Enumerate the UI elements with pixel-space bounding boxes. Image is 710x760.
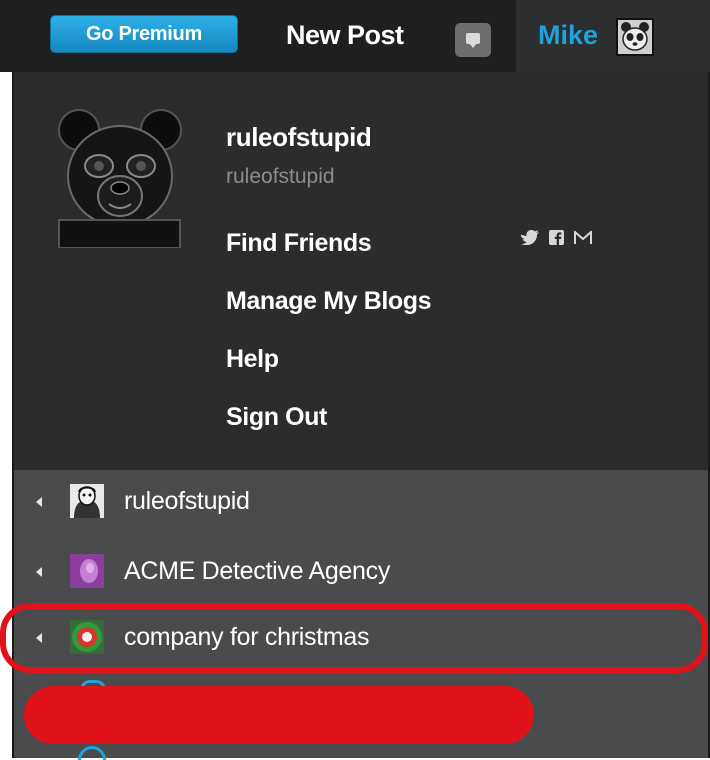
messages-button[interactable] bbox=[455, 23, 491, 57]
new-post-button[interactable]: New Post bbox=[286, 20, 404, 51]
purple-avatar-icon bbox=[70, 554, 104, 588]
blog-avatar bbox=[70, 554, 104, 588]
panda-avatar-icon bbox=[618, 20, 652, 54]
top-navigation-bar: Go Premium New Post Mike bbox=[0, 0, 710, 72]
expand-arrow-icon[interactable] bbox=[36, 567, 42, 577]
blog-row-acme-detective-agency[interactable]: ACME Detective Agency bbox=[14, 540, 708, 604]
redaction-mark bbox=[24, 686, 534, 744]
help-link[interactable]: Help bbox=[226, 345, 279, 374]
blog-label: ACME Detective Agency bbox=[124, 557, 391, 585]
profile-avatar[interactable] bbox=[51, 108, 188, 249]
expand-arrow-icon[interactable] bbox=[36, 497, 42, 507]
profile-blog-name[interactable]: ruleofstupid bbox=[226, 122, 372, 153]
find-friends-link[interactable]: Find Friends bbox=[226, 229, 372, 258]
bear-avatar-icon bbox=[51, 108, 188, 249]
highlight-annotation bbox=[0, 603, 708, 673]
twitter-icon[interactable] bbox=[521, 230, 539, 245]
user-menu-tab[interactable]: Mike bbox=[516, 0, 710, 72]
sign-out-link[interactable]: Sign Out bbox=[226, 403, 327, 432]
user-name: Mike bbox=[538, 20, 599, 50]
profile-section: ruleofstupid ruleofstupid Find Friends M… bbox=[14, 72, 708, 470]
social-icons bbox=[521, 230, 592, 245]
gmail-icon[interactable] bbox=[574, 230, 592, 245]
portrait-avatar-icon bbox=[70, 484, 104, 518]
manage-my-blogs-link[interactable]: Manage My Blogs bbox=[226, 287, 432, 316]
go-premium-button[interactable]: Go Premium bbox=[50, 15, 238, 53]
user-avatar bbox=[616, 18, 654, 56]
blog-avatar bbox=[70, 484, 104, 518]
facebook-icon[interactable] bbox=[549, 230, 564, 245]
chat-bubble-icon bbox=[466, 33, 480, 48]
blog-row-ruleofstupid[interactable]: ruleofstupid bbox=[14, 470, 708, 534]
profile-blog-subtitle: ruleofstupid bbox=[226, 165, 335, 188]
blog-label: ruleofstupid bbox=[124, 487, 250, 515]
